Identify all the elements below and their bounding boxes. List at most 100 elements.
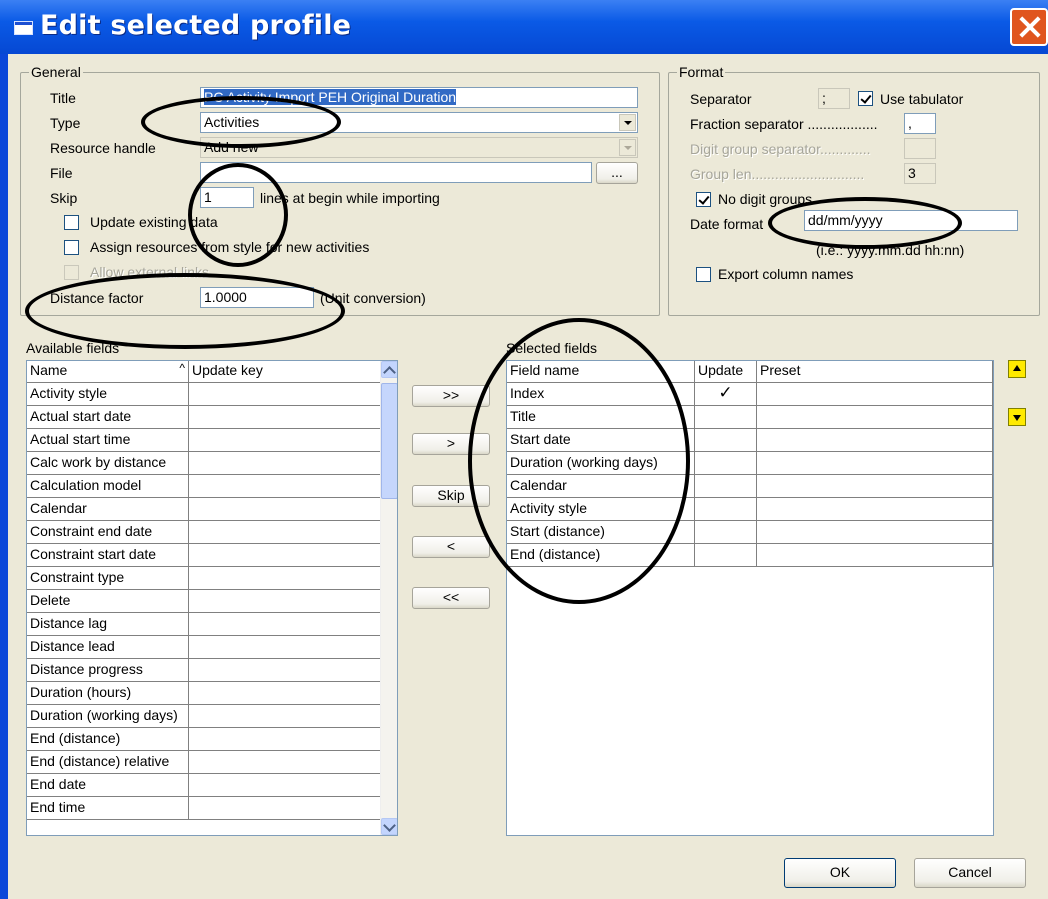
list-item[interactable]: End date bbox=[27, 774, 381, 797]
available-field-update-key[interactable] bbox=[189, 383, 381, 405]
list-item[interactable]: End time bbox=[27, 797, 381, 820]
list-item[interactable]: Duration (hours) bbox=[27, 682, 381, 705]
selected-field-preset[interactable] bbox=[757, 429, 993, 451]
list-item[interactable]: End (distance) bbox=[27, 728, 381, 751]
list-item[interactable]: Calendar bbox=[27, 498, 381, 521]
available-field-update-key[interactable] bbox=[189, 475, 381, 497]
table-row[interactable]: Duration (working days) bbox=[507, 452, 993, 475]
column-header-field-name[interactable]: Field name bbox=[507, 361, 695, 383]
column-header-update-key[interactable]: Update key bbox=[189, 361, 381, 383]
selected-field-update[interactable] bbox=[695, 452, 757, 474]
title-input[interactable]: PC Activity Import PEH Original Duration bbox=[200, 87, 638, 108]
table-row[interactable]: Activity style bbox=[507, 498, 993, 521]
list-item[interactable]: Calc work by distance bbox=[27, 452, 381, 475]
selected-field-preset[interactable] bbox=[757, 544, 993, 566]
selected-field-update[interactable] bbox=[695, 521, 757, 543]
skip-input[interactable]: 1 bbox=[200, 187, 254, 208]
available-field-update-key[interactable] bbox=[189, 636, 381, 658]
available-field-update-key[interactable] bbox=[189, 521, 381, 543]
available-field-update-key[interactable] bbox=[189, 406, 381, 428]
remove-all-button[interactable]: << bbox=[412, 587, 490, 609]
distance-factor-input[interactable]: 1.0000 bbox=[200, 287, 314, 308]
list-item[interactable]: Distance lag bbox=[27, 613, 381, 636]
list-item[interactable]: Actual start time bbox=[27, 429, 381, 452]
table-row[interactable]: Title bbox=[507, 406, 993, 429]
table-row[interactable]: End (distance) bbox=[507, 544, 993, 567]
move-up-icon[interactable] bbox=[1008, 360, 1026, 378]
ok-button[interactable]: OK bbox=[784, 858, 896, 888]
digit-group-separator-input[interactable] bbox=[904, 138, 936, 159]
table-row[interactable]: Calendar bbox=[507, 475, 993, 498]
allow-external-checkbox[interactable] bbox=[64, 265, 79, 280]
available-field-update-key[interactable] bbox=[189, 498, 381, 520]
list-item[interactable]: End (distance) relative bbox=[27, 751, 381, 774]
selected-fields-grid[interactable]: Field name Update Preset Index ✓ Title Star… bbox=[506, 360, 994, 836]
table-row[interactable]: Start date bbox=[507, 429, 993, 452]
separator-input[interactable]: ; bbox=[818, 88, 850, 109]
skip-button[interactable]: Skip bbox=[412, 485, 490, 507]
available-field-update-key[interactable] bbox=[189, 797, 381, 819]
available-field-update-key[interactable] bbox=[189, 544, 381, 566]
fraction-separator-input[interactable]: , bbox=[904, 113, 936, 134]
list-item[interactable]: Constraint end date bbox=[27, 521, 381, 544]
selected-field-update[interactable] bbox=[695, 429, 757, 451]
selected-field-update[interactable] bbox=[695, 498, 757, 520]
type-dropdown-icon[interactable] bbox=[619, 114, 636, 131]
selected-field-update[interactable] bbox=[695, 475, 757, 497]
selected-field-preset[interactable] bbox=[757, 498, 993, 520]
cancel-button[interactable]: Cancel bbox=[914, 858, 1026, 888]
list-item[interactable]: Constraint type bbox=[27, 567, 381, 590]
available-field-update-key[interactable] bbox=[189, 682, 381, 704]
resource-dropdown-icon[interactable] bbox=[619, 139, 636, 156]
selected-field-preset[interactable] bbox=[757, 521, 993, 543]
selected-field-update[interactable]: ✓ bbox=[695, 383, 757, 405]
selected-field-preset[interactable] bbox=[757, 383, 993, 405]
file-input[interactable] bbox=[200, 162, 592, 183]
move-down-icon[interactable] bbox=[1008, 408, 1026, 426]
selected-field-update[interactable] bbox=[695, 406, 757, 428]
available-field-update-key[interactable] bbox=[189, 452, 381, 474]
list-item[interactable]: Actual start date bbox=[27, 406, 381, 429]
update-existing-checkbox[interactable] bbox=[64, 215, 79, 230]
available-field-update-key[interactable] bbox=[189, 613, 381, 635]
title-bar[interactable]: Edit selected profile bbox=[0, 0, 1048, 54]
table-row[interactable]: Index ✓ bbox=[507, 383, 993, 406]
scroll-down-icon[interactable] bbox=[381, 818, 397, 835]
list-item[interactable]: Distance progress bbox=[27, 659, 381, 682]
column-header-name[interactable]: Name ^ bbox=[27, 361, 189, 383]
add-button[interactable]: > bbox=[412, 433, 490, 455]
list-item[interactable]: Calculation model bbox=[27, 475, 381, 498]
available-field-update-key[interactable] bbox=[189, 590, 381, 612]
available-field-update-key[interactable] bbox=[189, 705, 381, 727]
assign-resources-checkbox[interactable] bbox=[64, 240, 79, 255]
selected-field-preset[interactable] bbox=[757, 452, 993, 474]
date-format-input[interactable]: dd/mm/yyyy bbox=[804, 210, 1018, 231]
list-item[interactable]: Activity style bbox=[27, 383, 381, 406]
available-fields-grid[interactable]: Name ^ Update key Activity style Actual s… bbox=[26, 360, 398, 836]
list-item[interactable]: Duration (working days) bbox=[27, 705, 381, 728]
table-row[interactable]: Start (distance) bbox=[507, 521, 993, 544]
browse-button[interactable]: ... bbox=[596, 162, 638, 184]
scrollbar-thumb[interactable] bbox=[381, 383, 397, 499]
resource-handle-select[interactable]: Add new bbox=[200, 137, 638, 158]
column-header-update[interactable]: Update bbox=[695, 361, 757, 383]
available-field-update-key[interactable] bbox=[189, 659, 381, 681]
export-column-names-checkbox[interactable] bbox=[696, 267, 711, 282]
add-all-button[interactable]: >> bbox=[412, 385, 490, 407]
type-select[interactable]: Activities bbox=[200, 112, 638, 133]
selected-field-preset[interactable] bbox=[757, 475, 993, 497]
available-field-update-key[interactable] bbox=[189, 429, 381, 451]
available-field-update-key[interactable] bbox=[189, 567, 381, 589]
list-item[interactable]: Distance lead bbox=[27, 636, 381, 659]
selected-field-update[interactable] bbox=[695, 544, 757, 566]
available-field-update-key[interactable] bbox=[189, 774, 381, 796]
available-field-update-key[interactable] bbox=[189, 728, 381, 750]
available-fields-scrollbar[interactable] bbox=[380, 361, 397, 835]
list-item[interactable]: Constraint start date bbox=[27, 544, 381, 567]
no-digit-groups-checkbox[interactable] bbox=[696, 192, 711, 207]
scroll-up-icon[interactable] bbox=[381, 361, 397, 378]
available-field-update-key[interactable] bbox=[189, 751, 381, 773]
remove-button[interactable]: < bbox=[412, 536, 490, 558]
close-button[interactable] bbox=[1010, 8, 1048, 46]
list-item[interactable]: Delete bbox=[27, 590, 381, 613]
